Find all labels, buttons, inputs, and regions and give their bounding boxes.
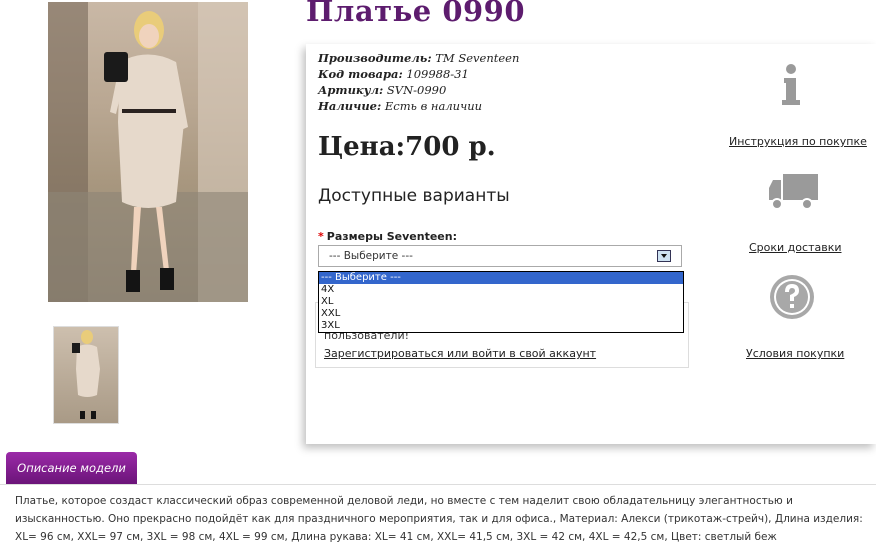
product-meta: Производитель: ТМ Seventeen Код товара: … — [318, 50, 519, 114]
code-value: 109988-31 — [406, 67, 469, 81]
size-label: * Размеры Seventeen: — [318, 230, 457, 243]
product-info-panel: Производитель: ТМ Seventeen Код товара: … — [306, 44, 876, 444]
size-option-3xl[interactable]: 3XL — [319, 320, 683, 332]
code-label: Код товара: — [318, 67, 403, 81]
product-thumbnail-image — [72, 330, 100, 419]
product-price: Цена:700 р. — [318, 132, 496, 162]
size-option-placeholder[interactable]: --- Выберите --- — [319, 272, 683, 284]
stock-label: Наличие: — [318, 99, 382, 113]
page-title: Платье 0990 — [306, 0, 526, 28]
chevron-down-icon[interactable] — [657, 250, 671, 262]
product-photo-image — [48, 2, 248, 302]
required-mark: * — [318, 230, 324, 243]
size-label-text: Размеры Seventeen: — [326, 230, 457, 243]
purchase-instructions-link[interactable]: Инструкция по покупке — [729, 135, 867, 148]
question-icon[interactable] — [769, 274, 815, 324]
delivery-terms-link[interactable]: Сроки доставки — [749, 241, 842, 254]
manufacturer-value: ТМ Seventeen — [435, 51, 520, 65]
purchase-conditions-link[interactable]: Условия покупки — [746, 347, 844, 360]
info-icon[interactable] — [780, 64, 802, 110]
truck-icon[interactable] — [769, 172, 819, 218]
product-description: Платье, которое создаст классический обр… — [15, 495, 863, 543]
stock-value: Есть в наличии — [384, 99, 483, 113]
article-value: SVN-0990 — [386, 83, 447, 97]
options-title: Доступные варианты — [318, 186, 510, 206]
product-thumbnail[interactable] — [53, 326, 119, 424]
register-login-link[interactable]: Зарегистрироваться или войти в свой акка… — [324, 347, 596, 360]
size-option-xxl[interactable]: XXL — [319, 308, 683, 320]
size-dropdown-list[interactable]: --- Выберите --- 4X XL XXL 3XL — [318, 271, 684, 333]
product-photo[interactable] — [48, 2, 248, 302]
manufacturer-label: Производитель: — [318, 51, 432, 65]
tab-description[interactable]: Описание модели — [6, 452, 137, 484]
size-option-4x[interactable]: 4X — [319, 284, 683, 296]
divider — [0, 484, 876, 485]
size-select-value: --- Выберите --- — [329, 250, 413, 262]
size-option-xl[interactable]: XL — [319, 296, 683, 308]
article-label: Артикул: — [318, 83, 384, 97]
size-select[interactable]: --- Выберите --- — [318, 245, 682, 267]
